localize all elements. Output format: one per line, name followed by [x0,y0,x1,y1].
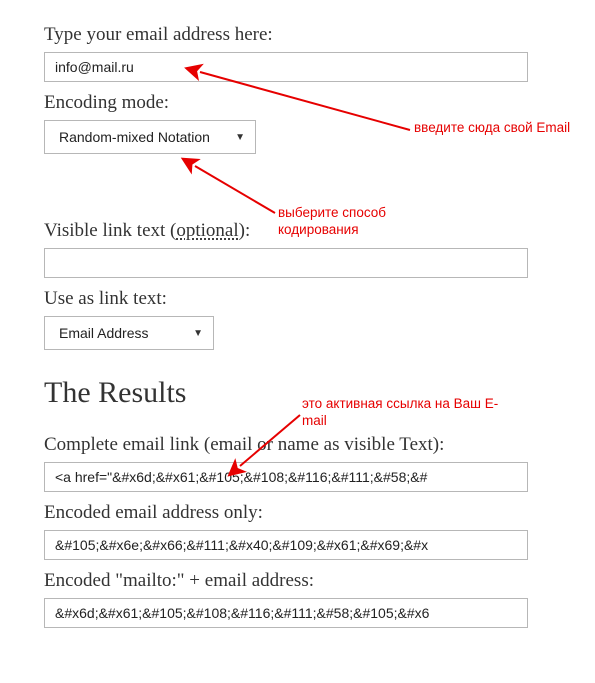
encoding-mode-select[interactable]: Random-mixed Notation ▼ [44,120,256,154]
optional-text: optional [176,220,238,241]
encoded-only-output[interactable] [44,530,528,560]
visible-link-text-label-pre: Visible link text ( [44,220,176,241]
encoding-mode-label: Encoding mode: [44,92,551,114]
chevron-down-icon: ▼ [235,132,245,143]
complete-link-output[interactable] [44,462,528,492]
annotation-email: введите сюда свой Email [414,120,584,137]
encoding-mode-value: Random-mixed Notation [59,129,229,145]
encoded-mailto-label: Encoded "mailto:" + email address: [44,570,551,592]
chevron-down-icon: ▼ [193,328,203,339]
results-heading: The Results [44,376,551,410]
visible-link-text-input[interactable] [44,248,528,278]
visible-link-text-label: Visible link text (optional): [44,220,551,242]
complete-link-label: Complete email link (email or name as vi… [44,434,551,456]
use-as-link-text-value: Email Address [59,325,187,341]
page-root: Type your email address here: Encoding m… [0,0,595,683]
email-input[interactable] [44,52,528,82]
use-as-link-text-select[interactable]: Email Address ▼ [44,316,214,350]
encoded-mailto-output[interactable] [44,598,528,628]
encoded-only-label: Encoded email address only: [44,502,551,524]
email-label: Type your email address here: [44,24,551,46]
visible-link-text-label-post: ): [239,220,251,241]
use-as-link-text-label: Use as link text: [44,288,551,310]
